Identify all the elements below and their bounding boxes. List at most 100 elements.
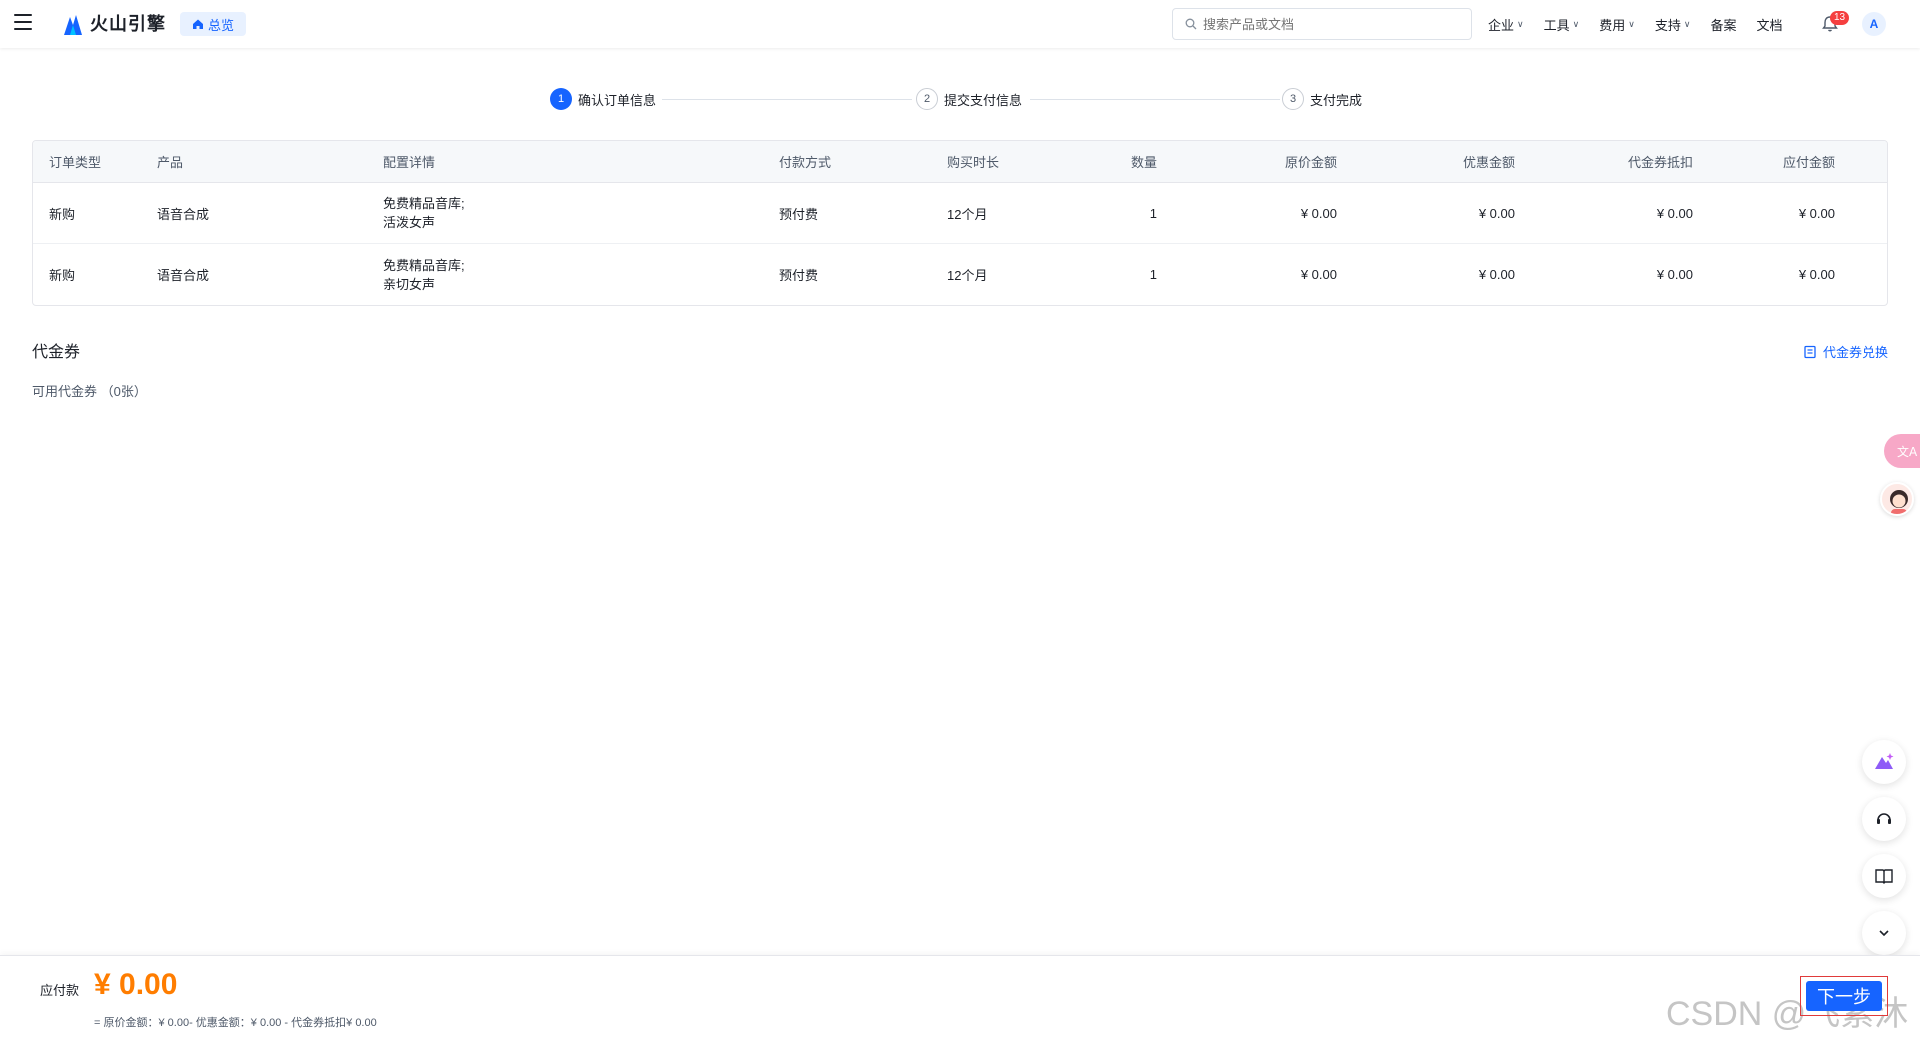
table-row: 新购 语音合成 免费精品音库; 活泼女声 预付费 12个月 1 ¥ 0.00 ¥… (33, 183, 1887, 244)
step-number: 2 (916, 88, 938, 110)
payable-breakdown: = 原价金额：¥ 0.00- 优惠金额：¥ 0.00 - 代金券抵扣¥ 0.00 (94, 1017, 377, 1029)
payment-method: 预付费 (779, 268, 819, 283)
top-nav-menu: 企业 ∨ 工具 ∨ 费用 ∨ 支持 ∨ 备案 文档 (1488, 0, 1802, 48)
purchase-duration: 12个月 (947, 268, 988, 283)
table-row: 新购 语音合成 免费精品音库; 亲切女声 预付费 12个月 1 ¥ 0.00 ¥… (33, 244, 1887, 305)
column-header: 购买时长 (947, 155, 1000, 170)
step-number: 1 (550, 88, 572, 110)
config-line: 活泼女声 (383, 215, 436, 230)
menu-icon[interactable] (14, 14, 32, 30)
top-navbar: 火山引擎 总览 企业∨ 工具∨ 费用∨ 支持∨ 备案 文档 13 A (0, 0, 1920, 48)
nav-enterprise[interactable]: 企业 ∨ (1488, 15, 1524, 34)
payable-total: ¥ 0.00 (94, 968, 178, 1001)
step-label: 确认订单信息 (578, 92, 657, 108)
step-confirm-order: 1 确认订单信息 (550, 88, 656, 110)
home-label: 总览 (208, 17, 235, 33)
available-voucher-count: 可用代金券 （0张） (32, 384, 147, 399)
voucher-deduction: ¥ 0.00 (1656, 267, 1693, 282)
config-details: 免费精品音库; 活泼女声 (383, 183, 465, 243)
svg-text:文A: 文A (1897, 444, 1918, 459)
original-amount: ¥ 0.00 (1300, 267, 1337, 282)
translate-float-button[interactable]: 文A (1884, 434, 1920, 468)
order-steps: 1 确认订单信息 2 提交支付信息 3 支付完成 (550, 88, 1370, 112)
ai-assistant-button[interactable] (1862, 740, 1906, 784)
nav-label: 备案 (1710, 17, 1737, 33)
next-button-highlight: 下一步 (1800, 976, 1888, 1016)
product-name: 语音合成 (157, 206, 210, 222)
column-header: 付款方式 (779, 155, 832, 170)
nav-label: 费用 (1599, 17, 1626, 33)
discount-amount: ¥ 0.00 (1478, 205, 1515, 221)
quantity: 1 (1149, 267, 1157, 282)
chevron-down-icon: ∨ (1572, 18, 1580, 29)
column-header: 原价金额 (1284, 155, 1337, 170)
home-overview-button[interactable]: 总览 (180, 12, 247, 36)
order-type: 新购 (49, 206, 76, 222)
payment-footer: 应付款 ¥ 0.00 = 原价金额：¥ 0.00- 优惠金额：¥ 0.00 - … (0, 955, 1920, 1039)
voucher-redeem-link[interactable]: 代金券兑换 (1803, 342, 1888, 361)
step-label: 支付完成 (1310, 92, 1363, 108)
nav-label: 企业 (1488, 17, 1515, 33)
order-table: 订单类型 产品 配置详情 付款方式 购买时长 数量 原价金额 优惠金额 代金券抵… (32, 140, 1888, 306)
config-line: 亲切女声 (383, 276, 436, 292)
discount-amount: ¥ 0.00 (1478, 267, 1515, 282)
column-header: 订单类型 (49, 155, 102, 170)
translate-icon: 文A (1897, 444, 1918, 459)
column-header: 数量 (1130, 155, 1157, 170)
original-amount: ¥ 0.00 (1300, 205, 1337, 221)
search-box[interactable] (1172, 8, 1472, 40)
assistant-avatar-icon (1890, 490, 1908, 514)
home-icon (193, 19, 203, 29)
next-step-button[interactable]: 下一步 (1806, 981, 1882, 1011)
config-details: 免费精品音库; 亲切女声 (383, 244, 465, 305)
payable-amount: ¥ 0.00 (1798, 205, 1835, 221)
product-name: 语音合成 (157, 268, 210, 283)
config-line: 免费精品音库; (383, 196, 465, 211)
step-submit-payment: 2 提交支付信息 (916, 88, 1022, 110)
chevron-down-icon (1879, 930, 1889, 937)
chevron-down-icon: ∨ (1683, 18, 1691, 29)
documentation-button[interactable] (1862, 854, 1906, 898)
nav-docs[interactable]: 文档 (1756, 15, 1782, 34)
column-header: 优惠金额 (1462, 155, 1515, 170)
nav-label: 文档 (1756, 17, 1783, 33)
notification-badge: 13 (1830, 11, 1850, 25)
headset-icon (1877, 813, 1891, 824)
search-icon (1185, 18, 1197, 30)
column-header: 代金券抵扣 (1627, 155, 1693, 170)
step-number: 3 (1282, 88, 1304, 110)
purchase-duration: 12个月 (947, 206, 988, 222)
nav-support[interactable]: 支持 ∨ (1655, 15, 1691, 34)
nav-label: 支持 (1654, 17, 1681, 33)
brand-name: 火山引擎 (90, 14, 166, 34)
nav-filing[interactable]: 备案 (1710, 15, 1736, 34)
column-header: 产品 (157, 155, 184, 170)
voucher-deduction: ¥ 0.00 (1656, 205, 1693, 221)
customer-service-button[interactable] (1862, 797, 1906, 841)
order-type: 新购 (49, 268, 76, 283)
table-header: 订单类型 产品 配置详情 付款方式 购买时长 数量 原价金额 优惠金额 代金券抵… (33, 141, 1887, 183)
user-avatar[interactable]: A (1862, 12, 1886, 36)
assistant-avatar[interactable] (1880, 482, 1914, 516)
step-connector (662, 99, 912, 100)
step-label: 提交支付信息 (944, 92, 1023, 108)
payable-amount: ¥ 0.00 (1798, 267, 1835, 282)
column-header: 配置详情 (383, 155, 436, 170)
config-line: 免费精品音库; (383, 257, 465, 273)
step-connector (1030, 99, 1280, 100)
search-input[interactable] (1203, 16, 1453, 32)
collapse-button[interactable] (1862, 911, 1906, 955)
voucher-redeem-label: 代金券兑换 (1822, 345, 1888, 360)
chevron-down-icon: ∨ (1628, 18, 1635, 29)
payment-method: 预付费 (779, 206, 819, 222)
book-icon (1875, 869, 1893, 884)
nav-label: 工具 (1543, 17, 1570, 33)
nav-billing[interactable]: 费用 ∨ (1599, 15, 1635, 34)
volcano-logo-icon (64, 15, 82, 35)
brand-logo[interactable]: 火山引擎 (62, 10, 166, 36)
nav-tools[interactable]: 工具 ∨ (1544, 15, 1580, 34)
voucher-icon (1804, 345, 1816, 358)
voucher-section-title: 代金券 (32, 344, 81, 361)
ai-sparkle-icon (1875, 753, 1894, 769)
column-header: 应付金额 (1782, 155, 1835, 170)
